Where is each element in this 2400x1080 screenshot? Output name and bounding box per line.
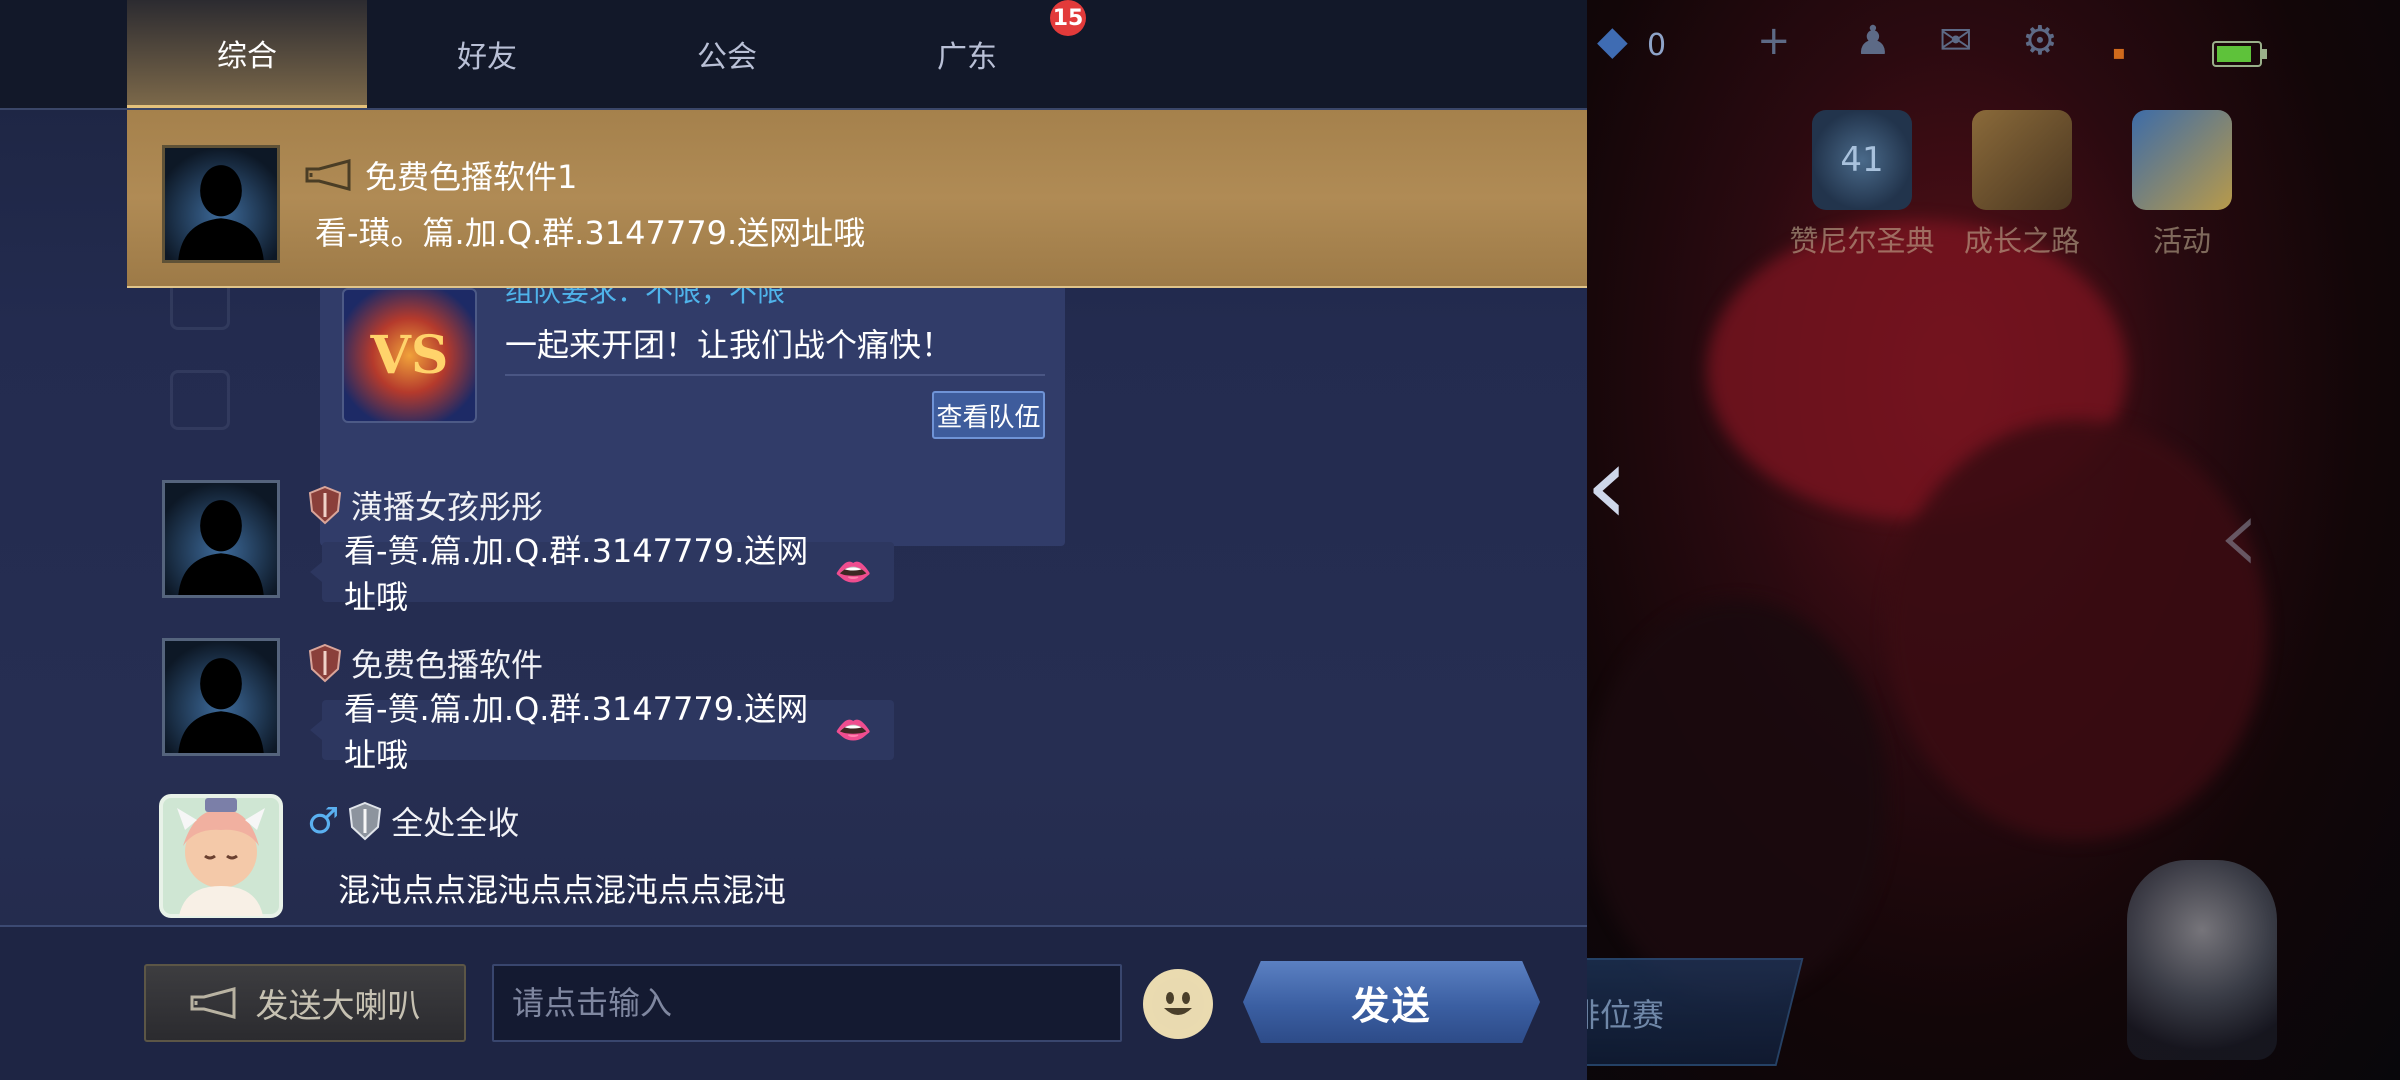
avatar[interactable] [162, 638, 280, 756]
rank-badge-icon [308, 643, 342, 683]
view-team-button[interactable]: 查看队伍 [932, 391, 1045, 439]
chat-input-bar: 发送大喇叭 发送 [0, 925, 1587, 1080]
battery-icon [2212, 32, 2268, 78]
message-header: 潢播女孩彤彤 [307, 482, 543, 528]
rank-badge-icon [308, 485, 342, 525]
message-text: 看-篑.篇.加.Q.群.3147779.送网址哦 [344, 532, 809, 616]
anime-girl-avatar-icon [159, 794, 283, 918]
chat-tabs: 综合 好友 公会 广东 15 [0, 0, 1587, 110]
broadcast-banner[interactable]: 免费色播软件1 看-璜。篇.加.Q.群.3147779.送网址哦 [127, 110, 1587, 288]
lips-emoji-icon: 👄 [834, 554, 872, 590]
mascot-avatar[interactable] [2127, 860, 2277, 1060]
game-lobby-background: ◆ 0 + ♟ ✉ ⚙ ▪ 41 赞尼尔圣典 成长之路 活动 ‹ [1587, 0, 2400, 1080]
sender-name[interactable]: 潢播女孩彤彤 [351, 482, 543, 528]
default-avatar-icon [165, 641, 277, 753]
avatar[interactable] [162, 145, 280, 263]
collapse-panel-chevron-icon[interactable]: ‹ [1585, 430, 1635, 560]
rank-badge-icon [349, 801, 382, 841]
send-horn-label: 发送大喇叭 [255, 986, 421, 1025]
vs-icon: VS [342, 288, 477, 423]
team-slogan: 一起来开团！让我们战个痛快！ [505, 326, 954, 364]
banner-header: 免费色播软件1 [305, 152, 577, 198]
horn-icon [305, 159, 351, 191]
avatar[interactable] [162, 480, 280, 598]
feature-label: 成长之路 [1963, 224, 2080, 258]
anime-avatar[interactable] [155, 790, 287, 922]
divider [505, 374, 1045, 376]
lobby-topbar: ◆ 0 + ♟ ✉ ⚙ ▪ [1587, 18, 2400, 78]
gear-icon[interactable]: ⚙ [2022, 18, 2058, 64]
treasure-chest-icon [1972, 110, 2072, 210]
level-ring-icon: 41 [1812, 110, 1912, 210]
signal-icon: ▪ [2112, 40, 2126, 64]
male-gender-icon: ♂ [307, 800, 340, 842]
message-header: ♂ 全处全收 [307, 798, 519, 844]
message-text: 混沌点点混沌点点混沌点点混沌 [338, 871, 787, 909]
gem-icon: ◆ [1597, 18, 1628, 64]
unread-badge: 15 [1050, 0, 1086, 36]
feature-label: 活动 [2152, 224, 2211, 258]
send-button-label: 发送 [1351, 983, 1432, 1028]
smiley-icon [1152, 978, 1204, 1030]
horn-icon [190, 987, 235, 1019]
sender-name[interactable]: 免费色播软件 [351, 640, 543, 686]
chat-panel: 综合 好友 公会 广东 15 VS 组队要求：不限，不限 一起来开团！让我们战个… [0, 0, 1587, 1080]
chevron-left-icon[interactable]: ‹ [2217, 480, 2261, 590]
tab-general[interactable]: 综合 [127, 0, 367, 108]
tab-friends[interactable]: 好友 [367, 0, 607, 108]
banner-sender[interactable]: 免费色播软件1 [365, 152, 577, 198]
feature-growth-path[interactable]: 成长之路 [1947, 110, 2097, 260]
tab-guild[interactable]: 公会 [607, 0, 847, 108]
mail-icon[interactable]: ✉ [1939, 18, 1973, 64]
send-horn-button[interactable]: 发送大喇叭 [144, 964, 466, 1042]
sender-name[interactable]: 全处全收 [391, 798, 519, 844]
chat-bubble[interactable]: 看-篑.篇.加.Q.群.3147779.送网址哦 👄 [310, 690, 894, 774]
chat-bubble[interactable]: 看-篑.篇.加.Q.群.3147779.送网址哦 👄 [310, 532, 894, 616]
feature-events[interactable]: 活动 [2107, 110, 2257, 260]
lips-emoji-icon: 👄 [834, 712, 872, 748]
feature-label: 赞尼尔圣典 [1789, 224, 1935, 258]
default-avatar-icon [165, 483, 277, 595]
message-text: 看-篑.篇.加.Q.群.3147779.送网址哦 [344, 690, 809, 774]
add-icon[interactable]: + [1757, 18, 1791, 64]
gift-box-icon [2132, 110, 2232, 210]
emoji-button[interactable] [1143, 969, 1213, 1039]
message-header: 免费色播软件 [307, 640, 543, 686]
feature-saintbook[interactable]: 41 赞尼尔圣典 [1787, 110, 1937, 260]
chat-text-input[interactable] [492, 964, 1122, 1042]
send-button[interactable]: 发送 [1243, 961, 1540, 1043]
currency-value: 0 [1647, 28, 1667, 63]
banner-message: 看-璜。篇.加.Q.群.3147779.送网址哦 [315, 214, 866, 252]
default-avatar-icon [165, 148, 277, 260]
friends-icon[interactable]: ♟ [1855, 18, 1891, 64]
